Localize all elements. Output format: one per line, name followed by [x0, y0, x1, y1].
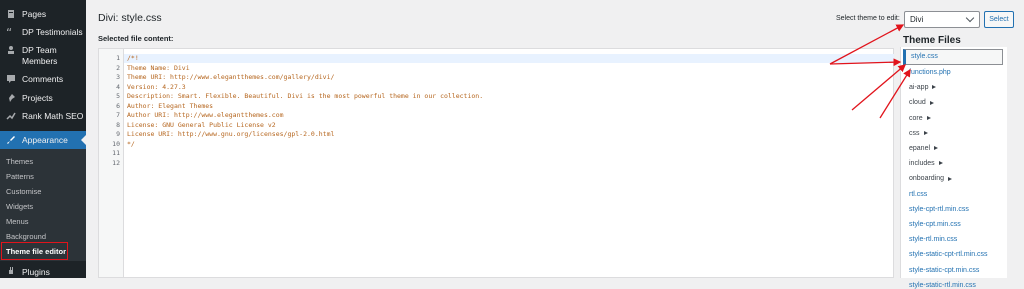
arrow-to-file-list-a [851, 64, 906, 111]
arrow-to-file-list-b [879, 68, 911, 119]
arrow-to-style-css [829, 58, 902, 67]
annotation-arrows [829, 24, 911, 119]
arrow-to-theme-select [829, 24, 905, 65]
file-label: style-static-rtl.min.css [909, 281, 976, 289]
file-link[interactable]: style-static-rtl.min.css [909, 282, 976, 289]
